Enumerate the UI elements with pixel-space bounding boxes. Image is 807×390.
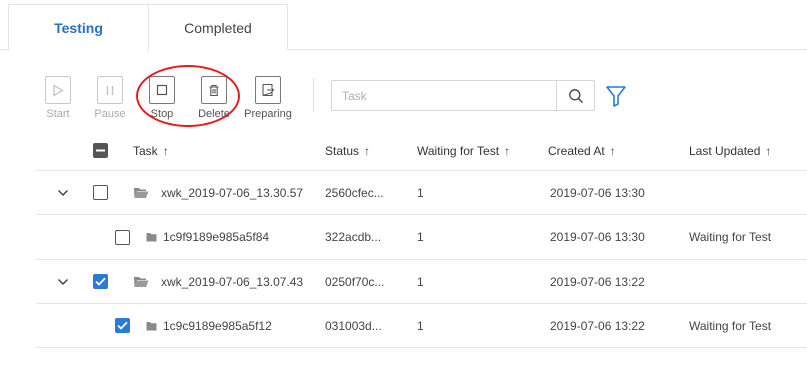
row-checkbox[interactable] [93, 185, 108, 200]
task-name: 1c9f9189e985a5f84 [163, 230, 270, 244]
tab-bar: Testing Completed [0, 0, 807, 51]
delete-button[interactable]: Delete [189, 76, 239, 120]
table-row[interactable]: 1c9f9189e985a5f84 322acdb... 1 2019-07-0… [36, 215, 807, 260]
stop-icon [149, 76, 175, 104]
waiting-cell: 1 [417, 185, 424, 200]
search-input[interactable] [332, 81, 556, 110]
preparing-label: Preparing [244, 108, 292, 120]
created-cell: 2019-07-06 13:22 [550, 274, 645, 289]
pause-icon [97, 76, 123, 104]
preparing-button[interactable]: Preparing [243, 76, 293, 120]
delete-label: Delete [198, 108, 230, 120]
folder-icon [146, 321, 157, 330]
export-icon [255, 76, 281, 104]
chevron-down-icon[interactable] [56, 171, 70, 214]
toolbar-divider [313, 78, 314, 112]
status-cell: 0250f70c... [325, 274, 385, 289]
start-label: Start [46, 108, 70, 120]
check-icon [117, 321, 128, 330]
sort-arrow-icon: ↑ [765, 144, 772, 158]
task-name: 1c9c9189e985a5f12 [163, 318, 272, 333]
table-row[interactable]: xwk_2019-07-06_13.30.57 2560cfec... 1 20… [36, 171, 807, 215]
column-waiting-label: Waiting for Test [417, 144, 500, 158]
row-checkbox[interactable] [115, 318, 130, 333]
check-icon [95, 277, 106, 286]
table-header: Task ↑ Status ↑ Waiting for Test ↑ Created … [36, 131, 807, 171]
sort-arrow-icon: ↑ [504, 144, 511, 158]
start-button[interactable]: Start [33, 76, 83, 120]
search-button[interactable] [556, 81, 594, 110]
folder-icon [146, 233, 157, 242]
sort-arrow-icon: ↑ [364, 144, 371, 158]
trash-icon [201, 76, 227, 104]
waiting-cell: 1 [417, 274, 424, 289]
tab-testing[interactable]: Testing [8, 4, 149, 51]
sort-arrow-icon: ↑ [162, 144, 169, 158]
stop-button[interactable]: Stop [137, 76, 187, 120]
updated-cell: Waiting for Test [689, 318, 772, 333]
status-cell: 322acdb... [325, 230, 382, 244]
header-checkbox-wrap [93, 131, 108, 170]
task-cell: xwk_2019-07-06_13.30.57 [133, 171, 303, 214]
column-waiting[interactable]: Waiting for Test ↑ [417, 131, 510, 171]
updated-cell: Waiting for Test [689, 230, 772, 244]
tab-completed[interactable]: Completed [149, 4, 288, 50]
task-cell: xwk_2019-07-06_13.07.43 [133, 260, 303, 303]
task-name: xwk_2019-07-06_13.30.57 [161, 185, 304, 200]
search-icon [568, 88, 583, 103]
pause-label: Pause [94, 108, 126, 120]
stop-label: Stop [150, 108, 174, 120]
folder-open-icon [134, 188, 149, 198]
task-name: xwk_2019-07-06_13.07.43 [161, 274, 304, 289]
select-all-checkbox[interactable] [93, 143, 108, 158]
column-updated[interactable]: Last Updated ↑ [689, 131, 771, 171]
table-row[interactable]: xwk_2019-07-06_13.07.43 0250f70c... 1 20… [36, 260, 807, 304]
row-checkbox[interactable] [115, 229, 130, 245]
column-task[interactable]: Task ↑ [133, 131, 169, 171]
pause-button[interactable]: Pause [85, 76, 135, 120]
filter-icon[interactable] [605, 84, 627, 108]
column-updated-label: Last Updated [689, 144, 761, 158]
task-cell: 1c9c9189e985a5f12 [146, 304, 272, 347]
column-status[interactable]: Status ↑ [325, 131, 370, 171]
created-cell: 2019-07-06 13:30 [550, 230, 645, 244]
status-cell: 031003d... [325, 318, 382, 333]
task-cell: 1c9f9189e985a5f84 [146, 215, 269, 259]
play-icon [45, 76, 71, 104]
folder-open-icon [134, 277, 149, 287]
column-task-label: Task [133, 144, 158, 158]
created-cell: 2019-07-06 13:30 [550, 185, 645, 200]
row-checkbox[interactable] [93, 274, 108, 289]
column-status-label: Status [325, 144, 360, 158]
created-cell: 2019-07-06 13:22 [550, 318, 645, 333]
sort-arrow-icon: ↑ [609, 144, 616, 158]
column-created-label: Created At [548, 144, 605, 158]
waiting-cell: 1 [417, 230, 424, 244]
column-created[interactable]: Created At ↑ [548, 131, 616, 171]
waiting-cell: 1 [417, 318, 424, 333]
search-box [331, 80, 595, 111]
chevron-down-icon[interactable] [56, 260, 70, 303]
table-row[interactable]: 1c9c9189e985a5f12 031003d... 1 2019-07-0… [36, 304, 807, 348]
status-cell: 2560cfec... [325, 185, 384, 200]
